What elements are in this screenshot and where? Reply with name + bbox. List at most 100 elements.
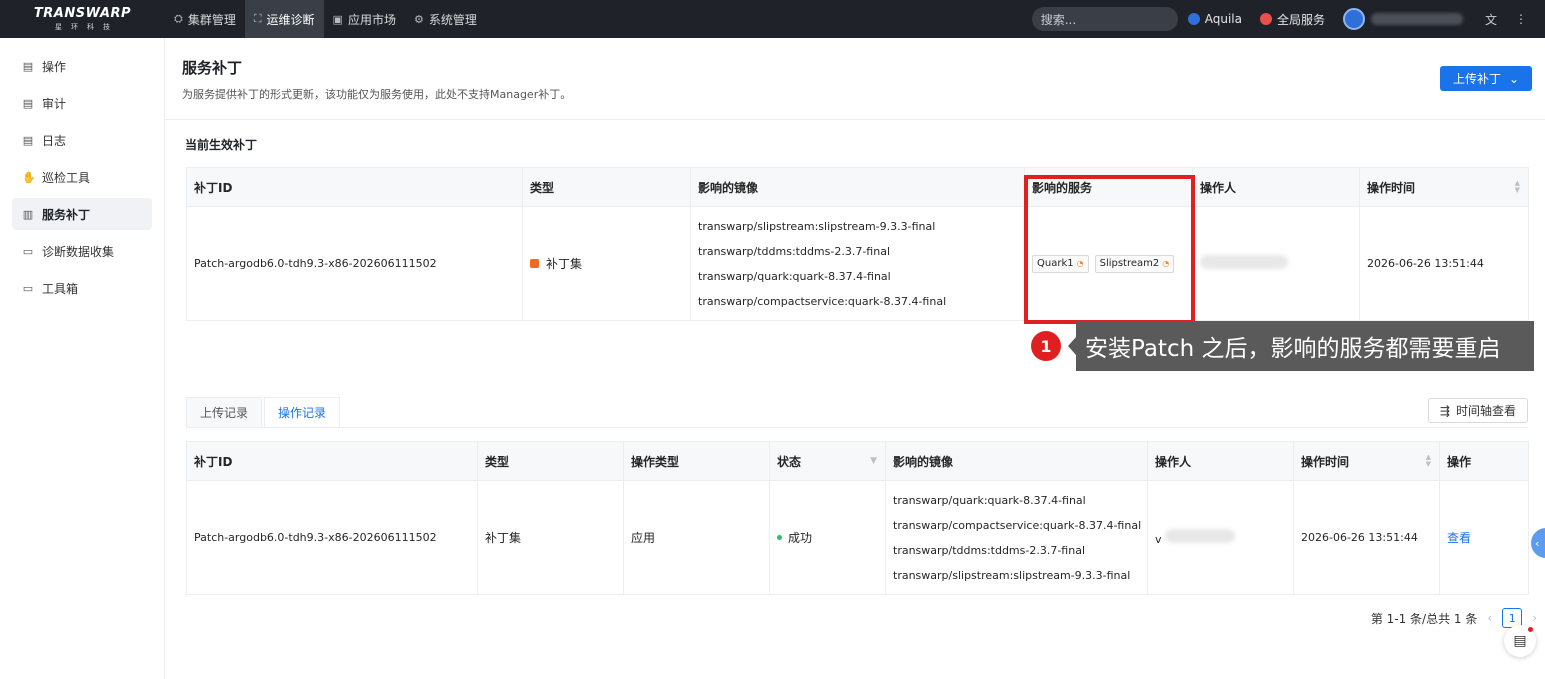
operator-redacted [1165, 529, 1236, 543]
language-icon[interactable]: 文 [1485, 11, 1497, 28]
images-cell: transwarp/slipstream:slipstream-9.3.3-fi… [690, 206, 1025, 321]
global-services-link[interactable]: 全局服务 [1259, 11, 1325, 28]
search-placeholder: 搜索... [1040, 12, 1077, 27]
more-icon[interactable]: ⋮ [1515, 12, 1527, 26]
image-line: transwarp/slipstream:slipstream-9.3.3-fi… [698, 219, 936, 233]
patch-id-cell: Patch-argodb6.0-tdh9.3-x86-202606111502 [186, 480, 478, 595]
avatar[interactable] [1342, 8, 1365, 30]
col-status-label: 状态 [777, 454, 802, 469]
sidebar-item-inspect[interactable]: ✋ 巡检工具 [12, 161, 152, 193]
audit-icon: ▤ [22, 96, 34, 110]
search-input[interactable]: 搜索... [1031, 7, 1178, 31]
callout-tooltip: 安装Patch 之后，影响的服务都需要重启 [1068, 321, 1534, 371]
image-line: transwarp/compactservice:quark-8.37.4-fi… [893, 518, 1142, 532]
global-services-icon [1259, 13, 1272, 25]
sidebar-item-toolbox[interactable]: ▭ 工具箱 [12, 272, 152, 304]
col-type: 类型 [477, 441, 624, 481]
status-dot-icon [777, 535, 782, 540]
sidebar-item-log[interactable]: ▤ 日志 [12, 124, 152, 156]
aquila-link[interactable]: Aquila [1187, 12, 1242, 26]
col-status[interactable]: 状态 ▼ [769, 441, 886, 481]
col-type: 类型 [522, 167, 691, 207]
operator-redacted [1200, 255, 1288, 269]
nav-cluster[interactable]: ⛭ 集群管理 [165, 0, 245, 38]
tab-upload-records[interactable]: 上传记录 [186, 397, 263, 428]
col-time[interactable]: 操作时间 ▲ ▼ [1359, 167, 1529, 207]
sort-icon[interactable]: ▲ ▼ [1515, 180, 1520, 194]
collapse-tab-icon[interactable]: ‹ [1531, 528, 1545, 558]
main-nav: ⛭ 集群管理 ⛶ 运维诊断 ▣ 应用市场 ⚙ 系统管理 [165, 0, 486, 38]
table-row: Patch-argodb6.0-tdh9.3-x86-202606111502 … [186, 206, 1529, 321]
current-patch-title: 当前生效补丁 [185, 138, 258, 152]
nav-label: 运维诊断 [266, 12, 315, 27]
sidebar-item-label: 服务补丁 [42, 207, 91, 222]
document-float-button[interactable]: ▤ [1504, 625, 1536, 657]
top-bar: TRANSWARP 星环科技 ⛭ 集群管理 ⛶ 运维诊断 ▣ 应用市场 ⚙ 系统… [0, 0, 1545, 38]
patch-set-icon [530, 259, 539, 268]
page-description: 为服务提供补丁的形式更新，该功能仅为服务使用，此处不支持Manager补丁。 [182, 88, 572, 101]
tab-operation-records[interactable]: 操作记录 [264, 397, 341, 428]
market-icon: ▣ [332, 12, 343, 26]
sidebar-item-operation[interactable]: ▤ 操作 [12, 50, 152, 82]
col-operator: 操作人 [1192, 167, 1360, 207]
image-line: transwarp/quark:quark-8.37.4-final [893, 493, 1086, 507]
type-label: 补丁集 [546, 257, 583, 271]
col-time[interactable]: 操作时间 ▲ ▼ [1293, 441, 1440, 481]
sidebar-item-label: 诊断数据收集 [42, 244, 115, 259]
inspect-icon: ✋ [22, 170, 36, 184]
timeline-view-label: 时间轴查看 [1455, 404, 1516, 418]
records-tabs: 上传记录 操作记录 [186, 397, 342, 428]
timeline-icon: ⇶ [1439, 403, 1450, 418]
nav-diagnose[interactable]: ⛶ 运维诊断 [244, 0, 324, 38]
upload-patch-button[interactable]: 上传补丁 ⌄ [1440, 66, 1532, 91]
col-action: 操作 [1439, 441, 1529, 481]
pagination: 第 1-1 条/总共 1 条 ‹ 1 › [1371, 608, 1537, 628]
view-link[interactable]: 查看 [1447, 531, 1471, 545]
op-type-cell: 应用 [623, 480, 770, 595]
sidebar-item-patch[interactable]: ▥ 服务补丁 [12, 198, 152, 230]
status-label: 成功 [788, 531, 813, 545]
username-redacted[interactable] [1370, 13, 1463, 25]
operation-records-table: 补丁ID 类型 操作类型 状态 ▼ 影响的镜像 操作人 操作时间 ▲ ▼ 操作 Pat… [186, 441, 1529, 595]
image-line: transwarp/tddms:tddms-2.3.7-final [698, 244, 891, 258]
col-images: 影响的镜像 [885, 441, 1148, 481]
col-op-type: 操作类型 [623, 441, 770, 481]
log-icon: ▤ [22, 133, 34, 147]
page-title: 服务补丁 [182, 59, 243, 77]
filter-icon[interactable]: ▼ [870, 456, 877, 466]
image-line: transwarp/compactservice:quark-8.37.4-fi… [698, 294, 947, 308]
patch-id-cell: Patch-argodb6.0-tdh9.3-x86-202606111502 [186, 206, 523, 321]
collect-icon: ▭ [22, 244, 34, 258]
col-patch-id: 补丁ID [186, 441, 478, 481]
sidebar-item-audit[interactable]: ▤ 审计 [12, 87, 152, 119]
operation-icon: ▤ [22, 59, 34, 73]
brand-logo[interactable]: TRANSWARP 星环科技 [0, 0, 165, 38]
callout-text: 安装Patch 之后，影响的服务都需要重启 [1085, 336, 1501, 362]
image-line: transwarp/quark:quark-8.37.4-final [698, 269, 891, 283]
sidebar-item-collect[interactable]: ▭ 诊断数据收集 [12, 235, 152, 267]
aquila-label: Aquila [1204, 12, 1242, 26]
sidebar-item-label: 日志 [42, 133, 67, 148]
col-images: 影响的镜像 [690, 167, 1025, 207]
nav-market[interactable]: ▣ 应用市场 [324, 0, 405, 38]
nav-system[interactable]: ⚙ 系统管理 [405, 0, 486, 38]
page-header: 服务补丁 为服务提供补丁的形式更新，该功能仅为服务使用，此处不支持Manager… [165, 38, 1545, 120]
next-page-icon[interactable]: › [1532, 611, 1537, 625]
operator-cell [1192, 206, 1360, 321]
operator-prefix: v [1155, 533, 1162, 546]
col-time-label: 操作时间 [1301, 454, 1350, 469]
sidebar-item-label: 审计 [42, 96, 67, 111]
current-patch-table: 补丁ID 类型 影响的镜像 影响的服务 操作人 操作时间 ▲ ▼ Patch-arg… [186, 167, 1529, 321]
pagination-summary: 第 1-1 条/总共 1 条 [1370, 611, 1478, 626]
patch-icon: ▥ [22, 207, 34, 221]
timeline-view-button[interactable]: ⇶ 时间轴查看 [1427, 398, 1528, 423]
prev-page-icon[interactable]: ‹ [1487, 611, 1492, 625]
sidebar-item-label: 操作 [42, 59, 67, 74]
type-cell: 补丁集 [522, 206, 691, 321]
type-cell: 补丁集 [477, 480, 624, 595]
sort-icon[interactable]: ▲ ▼ [1426, 454, 1431, 468]
operator-cell: v [1147, 480, 1294, 595]
table-header-row: 补丁ID 类型 影响的镜像 影响的服务 操作人 操作时间 ▲ ▼ [186, 167, 1529, 207]
nav-label: 集群管理 [187, 12, 236, 27]
images-cell: transwarp/quark:quark-8.37.4-final trans… [885, 480, 1148, 595]
